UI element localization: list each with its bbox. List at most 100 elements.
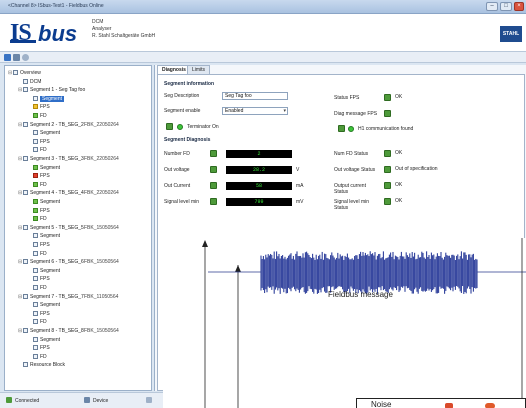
device-type: Analyser bbox=[92, 26, 112, 32]
tree-item[interactable]: FPS bbox=[28, 138, 50, 146]
tree-item-label: Segment bbox=[40, 336, 61, 343]
tree-item[interactable]: Segment bbox=[28, 130, 60, 137]
diag-status-label: Num FD Status bbox=[334, 151, 369, 157]
seg-description-input[interactable]: Seg Tag foo bbox=[222, 92, 288, 100]
status-fps-ok-icon bbox=[384, 94, 391, 101]
tree-item-label: FD bbox=[40, 113, 47, 119]
tree-item[interactable]: FD bbox=[28, 181, 47, 189]
seg-description-label: Seg Description bbox=[164, 93, 200, 99]
tree-item[interactable]: FD bbox=[28, 285, 47, 292]
tree-item[interactable]: ⊟ Segment 6 - TB_SEG_6 FBK_15050564 bbox=[18, 259, 119, 266]
document-icon bbox=[23, 87, 28, 93]
diag-ok-icon bbox=[210, 182, 217, 189]
ok-status-icon bbox=[33, 164, 38, 170]
tree-item[interactable]: FD bbox=[28, 147, 47, 154]
diag-label: Out voltage bbox=[164, 167, 190, 173]
tree-item[interactable]: FPS bbox=[28, 310, 50, 318]
diag-status-value: OK bbox=[395, 182, 403, 188]
tree-item[interactable]: FPS bbox=[28, 345, 50, 352]
device-tree[interactable]: ⊟ Overview DCM ⊟ Segment 1 - Seg Tag foo Segm… bbox=[4, 65, 152, 391]
tree-item[interactable]: Segment bbox=[28, 199, 60, 206]
tree-item-label: FPS bbox=[40, 276, 50, 283]
connected-status: Connected bbox=[6, 397, 39, 405]
minimize-button[interactable]: – bbox=[486, 2, 498, 11]
document-icon bbox=[33, 345, 38, 351]
tree-item[interactable]: ⊟ Segment 1 - Seg Tag foo bbox=[18, 87, 85, 94]
tree-item[interactable]: Segment bbox=[28, 164, 60, 172]
warning-status-icon bbox=[33, 104, 38, 110]
diag-ok-icon bbox=[210, 150, 217, 157]
fieldbus-message-caption: Fieldbus message bbox=[328, 290, 393, 299]
tab-limits[interactable]: Limits bbox=[187, 65, 211, 74]
tree-item[interactable]: Segment bbox=[28, 336, 61, 344]
tree-item[interactable]: Segment bbox=[28, 267, 60, 275]
close-button[interactable]: × bbox=[514, 2, 524, 11]
diag-message-icon bbox=[384, 110, 391, 117]
tree-item[interactable]: ⊟ Segment 3 - TB_SEG_3 FBK_22050264 bbox=[18, 156, 119, 163]
tree-item-label: Segment bbox=[40, 95, 65, 102]
tree-item-label: FD bbox=[40, 147, 47, 154]
window-title: <Channel 8> ISbus-Test1 - Fieldbus Onlin… bbox=[8, 3, 104, 9]
tree-item[interactable]: FD bbox=[28, 319, 47, 326]
diag-status-label: Signal level min Status bbox=[334, 199, 370, 211]
toolbar bbox=[0, 52, 526, 63]
tree-item[interactable]: Segment bbox=[28, 302, 60, 309]
diag-value-display: 799 bbox=[226, 198, 292, 206]
tree-item[interactable]: ⊟ Segment 5 - TB_SEG_5 FBK_15050564 bbox=[18, 224, 119, 232]
tree-item-label: FPS bbox=[40, 138, 50, 145]
fieldbus-waveform bbox=[202, 238, 526, 408]
maximize-button[interactable]: □ bbox=[500, 2, 512, 11]
tree-item-fbk-id: FBK_15050564 bbox=[84, 224, 119, 231]
tree-item-label: FPS bbox=[40, 345, 50, 352]
tree-item[interactable]: ⊟ Segment 2 - TB_SEG_2 FBK_22050264 bbox=[18, 121, 119, 129]
tree-item[interactable]: FPS bbox=[28, 104, 50, 111]
tree-item[interactable]: Segment bbox=[28, 95, 65, 103]
document-icon bbox=[33, 336, 38, 342]
tree-item[interactable]: FD bbox=[28, 250, 47, 258]
tree-item[interactable]: ⊟ Segment 8 - TB_SEG_8 FBK_15050564 bbox=[18, 328, 119, 335]
connected-icon bbox=[6, 397, 12, 403]
chevron-down-icon: ▾ bbox=[283, 108, 286, 114]
segment-enable-select[interactable]: Enabled ▾ bbox=[222, 107, 288, 115]
tree-item[interactable]: Segment bbox=[28, 233, 60, 240]
tree-item[interactable]: DCM bbox=[18, 78, 41, 86]
tree-item[interactable]: FPS bbox=[28, 173, 50, 180]
document-icon bbox=[23, 259, 28, 265]
tree-item[interactable]: FD bbox=[28, 113, 47, 120]
print-icon[interactable] bbox=[13, 54, 20, 61]
tree-item[interactable]: FPS bbox=[28, 276, 50, 283]
tree-item[interactable]: ⊟ Overview bbox=[8, 70, 41, 77]
noise-marker-icon bbox=[485, 403, 495, 408]
tree-item[interactable]: FPS bbox=[28, 242, 50, 249]
device-status: Device bbox=[84, 397, 108, 405]
refresh-icon[interactable] bbox=[22, 54, 29, 61]
terminator-checkbox[interactable] bbox=[166, 123, 173, 130]
noise-label: Noise bbox=[371, 400, 392, 408]
tab-diagnosis[interactable]: Diagnosis bbox=[157, 65, 191, 74]
tree-item-label: Segment bbox=[40, 199, 61, 205]
tree-item-label: FD bbox=[40, 285, 47, 291]
tree-item-label: FD bbox=[40, 353, 47, 360]
tree-item[interactable]: Resource Block bbox=[18, 362, 65, 369]
diag-label: Out Current bbox=[164, 183, 191, 189]
tree-item-label: FD bbox=[40, 181, 47, 188]
comm-led-icon bbox=[348, 126, 354, 132]
document-icon bbox=[23, 328, 28, 333]
document-icon bbox=[33, 302, 38, 308]
tree-item-label: Segment bbox=[40, 130, 61, 137]
open-icon[interactable] bbox=[4, 54, 11, 61]
device-icon bbox=[84, 397, 90, 403]
tree-item-fbk-id: FBK_22050264 bbox=[84, 121, 119, 128]
tree-item-label: FPS bbox=[40, 173, 50, 180]
tree-item-fbk-id: FBK_11050564 bbox=[84, 293, 119, 300]
tree-item[interactable]: FD bbox=[28, 353, 47, 361]
diag-status-icon bbox=[384, 166, 391, 173]
tree-item-fbk-id: FBK_22050264 bbox=[84, 190, 119, 197]
device-vendor: R. Stahl Schaltgeräte GmbH bbox=[92, 33, 156, 39]
tree-item[interactable]: FPS bbox=[28, 207, 50, 215]
tree-item[interactable]: ⊟ Segment 4 - TB_SEG_4 FBK_22050264 bbox=[18, 190, 119, 197]
settings-icon[interactable] bbox=[146, 397, 155, 405]
tree-item[interactable]: FD bbox=[28, 216, 47, 223]
ok-status-icon bbox=[33, 216, 38, 222]
tree-item[interactable]: ⊟ Segment 7 - TB_SEG_7 FBK_11050564 bbox=[18, 293, 118, 301]
